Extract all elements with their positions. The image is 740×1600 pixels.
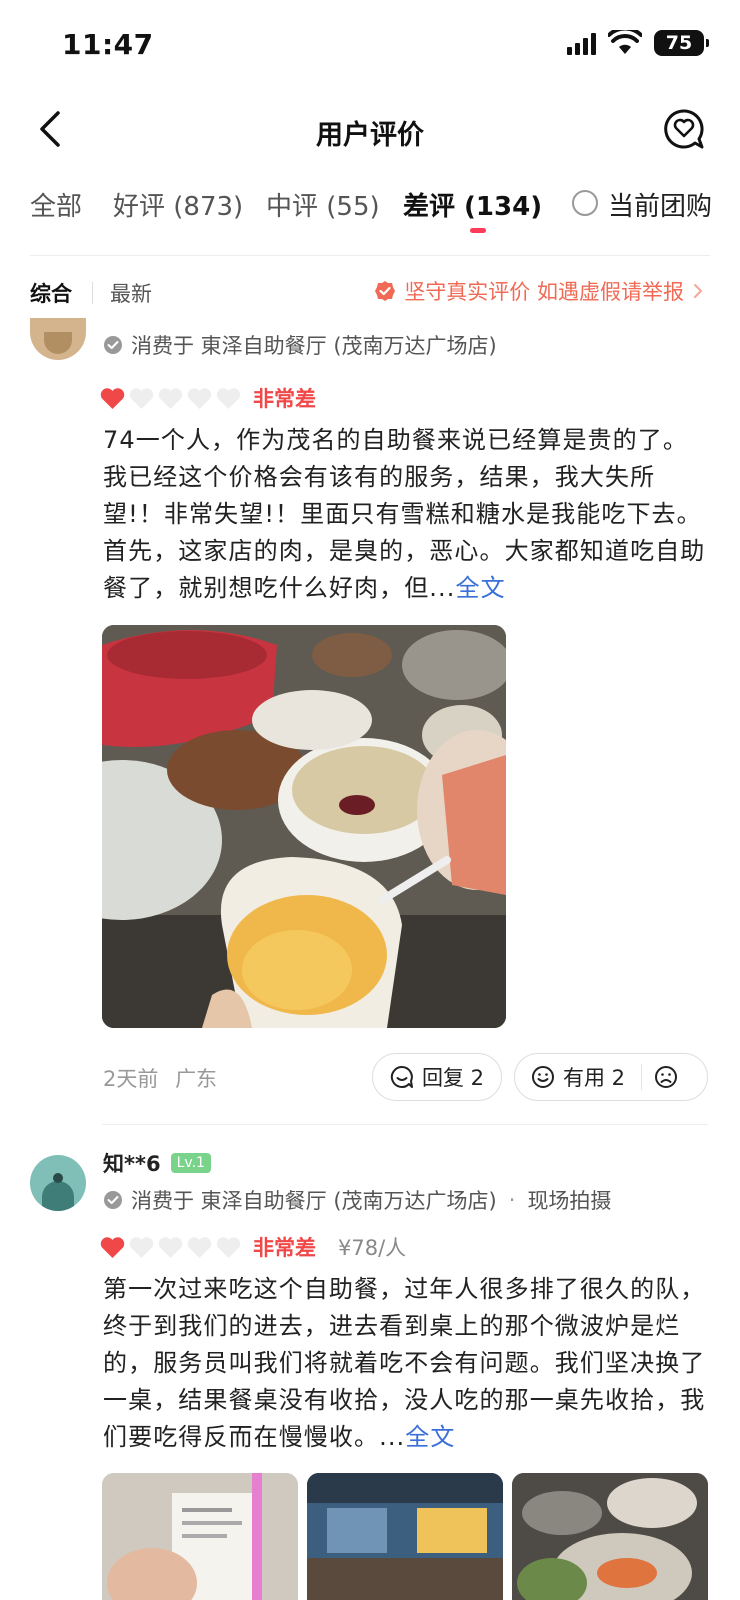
heart-empty-icon [187, 1236, 212, 1258]
seafood-photo-illustration [512, 1473, 708, 1600]
read-more-link[interactable]: 全文 [456, 574, 506, 602]
read-more-link[interactable]: 全文 [405, 1423, 455, 1451]
heart-empty-icon [158, 387, 183, 409]
restaurant-photo-illustration [307, 1473, 503, 1600]
receipt-photo-illustration [102, 1473, 298, 1600]
sort-latest[interactable]: 最新 [110, 278, 152, 308]
review-photo[interactable] [102, 625, 506, 1028]
reply-button[interactable]: 回复 2 [372, 1053, 502, 1101]
check-badge-icon [104, 336, 122, 354]
useful-button-group: 有用 2 [514, 1053, 708, 1101]
current-deal-radio[interactable] [572, 190, 598, 216]
current-deal-label[interactable]: 当前团购 [608, 186, 712, 223]
signal-icon [567, 31, 596, 55]
review-thumbnail[interactable] [307, 1473, 503, 1600]
review-text[interactable]: 74一个人，作为茂名的自助餐来说已经算是贵的了。我已经这个价格会有该有的服务，结… [103, 422, 707, 607]
status-bar: 11:47 75 [0, 0, 740, 92]
tab-active-indicator [470, 228, 486, 233]
sort-row: 综合 最新 坚守真实评价 如遇虚假请举报 [0, 270, 740, 320]
heart-empty-icon [129, 1236, 154, 1258]
heart-filled-icon [100, 1236, 125, 1258]
heart-empty-icon [187, 387, 212, 409]
review-divider [102, 1124, 708, 1125]
consume-info: 消费于 東泽自助餐厅 (茂南万达广场店) · 现场拍摄 [103, 1185, 611, 1215]
price-per-person: ¥78/人 [338, 1236, 407, 1260]
tab-mid[interactable]: 中评 (55) [266, 186, 380, 223]
rating-row: 非常差 ¥78/人 [100, 1232, 406, 1262]
avatar[interactable] [30, 318, 86, 360]
review-location: 广东 [175, 1067, 218, 1091]
smile-icon[interactable] [531, 1065, 555, 1089]
sort-comprehensive[interactable]: 综合 [30, 278, 72, 308]
onsite-photo-tag: 现场拍摄 [527, 1189, 612, 1213]
review-thumbnail[interactable] [512, 1473, 708, 1600]
chevron-right-icon [694, 284, 703, 298]
divider [30, 255, 710, 256]
page-title: 用户评价 [316, 120, 424, 151]
food-photo-illustration [102, 625, 506, 1028]
level-badge: Lv.1 [170, 1153, 211, 1173]
tab-good[interactable]: 好评 (873) [113, 186, 243, 223]
reply-label: 回复 2 [421, 1066, 485, 1090]
review-body: 74一个人，作为茂名的自助餐来说已经算是贵的了。我已经这个价格会有该有的服务，结… [103, 426, 706, 602]
useful-label[interactable]: 有用 2 [563, 1062, 625, 1092]
verified-badge-icon [375, 281, 396, 301]
consume-text[interactable]: 消费于 東泽自助餐厅 (茂南万达广场店) [131, 330, 497, 360]
heart-empty-icon [216, 387, 241, 409]
separator-dot: · [508, 1188, 516, 1212]
check-badge-icon [104, 1191, 122, 1209]
tab-fade [540, 178, 560, 234]
status-time: 11:47 [62, 28, 154, 61]
frown-icon[interactable] [654, 1065, 678, 1089]
consume-text[interactable]: 消费于 東泽自助餐厅 (茂南万达广场店) [131, 1185, 497, 1215]
report-notice-text: 坚守真实评价 如遇虚假请举报 [404, 280, 684, 304]
rating-label: 非常差 [253, 387, 316, 411]
review-thumbnail[interactable] [102, 1473, 298, 1600]
heart-empty-icon [216, 1236, 241, 1258]
sort-divider [92, 282, 93, 304]
tab-bad[interactable]: 差评 (134) [403, 186, 542, 223]
tab-all[interactable]: 全部 [30, 186, 82, 223]
report-notice[interactable]: 坚守真实评价 如遇虚假请举报 [374, 276, 704, 306]
review-time: 2天前 [103, 1067, 159, 1091]
heart-empty-icon [129, 387, 154, 409]
user-name[interactable]: 知**6 [103, 1148, 161, 1178]
consume-info: 消费于 東泽自助餐厅 (茂南万达广场店) [103, 330, 497, 360]
heart-filled-icon [100, 387, 125, 409]
rating-label: 非常差 [253, 1236, 316, 1260]
status-icons: 75 [567, 30, 709, 56]
heart-chat-icon[interactable] [662, 107, 706, 151]
review-photo-strip [102, 1473, 708, 1600]
nav-bar: 用户评价 [0, 95, 740, 165]
heart-empty-icon [158, 1236, 183, 1258]
avatar[interactable] [30, 1155, 86, 1211]
user-row: 知**6 Lv.1 [103, 1148, 211, 1178]
rating-row: 非常差 [100, 383, 316, 413]
battery-icon: 75 [654, 30, 709, 56]
review-text[interactable]: 第一次过来吃这个自助餐，过年人很多排了很久的队，终于到我们的进去，进去看到桌上的… [103, 1271, 707, 1456]
pill-divider [641, 1064, 643, 1090]
wifi-icon [608, 30, 642, 54]
reply-icon [390, 1065, 413, 1088]
review-meta: 2天前 广东 [103, 1063, 217, 1093]
